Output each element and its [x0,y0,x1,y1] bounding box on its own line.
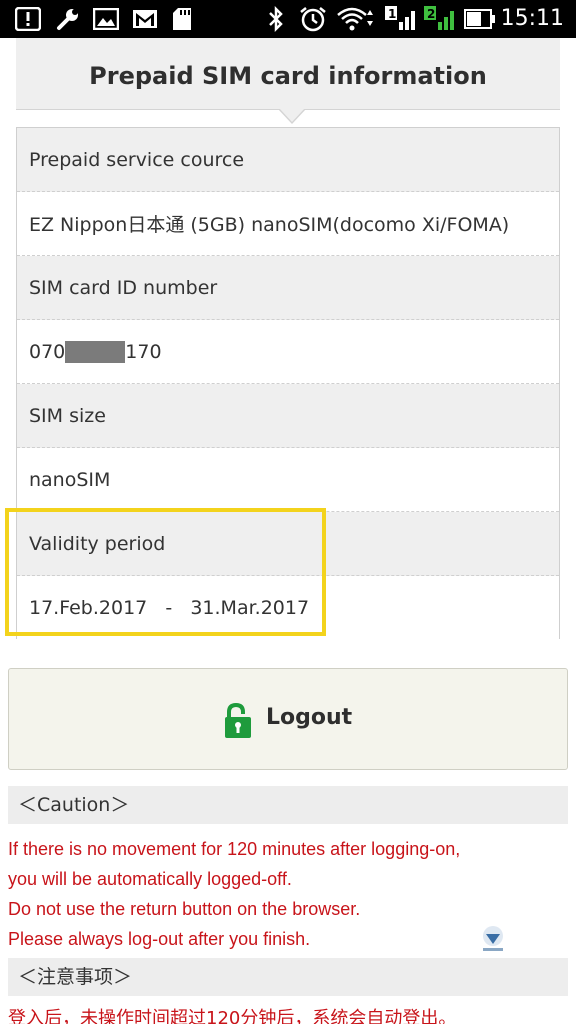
sim-id-label: SIM card ID number [17,256,559,320]
status-bar: 1 2 15:11 [0,0,576,38]
caution-line-1: If there is no movement for 120 minutes … [8,839,461,859]
unlocked-padlock-icon [224,702,252,739]
gmail-icon [131,7,159,31]
sim1-label: 1 [388,7,396,21]
sim-size-value: nanoSIM [17,448,559,512]
notification-icon [14,7,42,31]
validity-highlight-box [5,508,326,636]
header-pointer-arrow [278,108,306,124]
sim2-label: 2 [427,7,435,21]
status-time: 15:11 [500,6,564,31]
caution-cn-line: 登入后，未操作时间超过120分钟后，系统会自动登出。 [8,1008,457,1024]
battery-icon [464,7,496,31]
caution-cn-heading: ＜注意事项＞ [8,958,568,996]
sim-id-suffix: 170 [125,340,162,363]
sim-id-value: 070 170 [17,320,559,384]
sim-id-prefix: 070 [29,340,66,363]
image-icon [92,7,120,31]
wifi-icon [336,7,376,31]
watermark-logo-icon [478,924,508,954]
service-course-value: EZ Nippon日本通 (5GB) nanoSIM(docomo Xi/FOM… [17,192,559,256]
caution-line-2: you will be automatically logged-off. [8,869,292,889]
wrench-icon [54,7,82,31]
caution-line-4: Please always log-out after you finish. [8,929,311,949]
alarm-icon [297,7,329,32]
redacted-block [65,340,126,363]
logout-label: Logout [266,705,353,730]
section-header: Prepaid SIM card information [16,38,560,110]
logout-button[interactable]: Logout [8,668,568,770]
page-title: Prepaid SIM card information [89,62,487,90]
service-course-label: Prepaid service cource [17,128,559,192]
signal-1-icon: 1 [385,6,419,31]
bluetooth-icon [264,6,288,32]
caution-heading: ＜Caution＞ [8,786,568,824]
sd-card-icon [170,7,194,31]
sim-size-label: SIM size [17,384,559,448]
signal-2-icon: 2 [424,6,458,31]
caution-line-3: Do not use the return button on the brow… [8,899,361,919]
